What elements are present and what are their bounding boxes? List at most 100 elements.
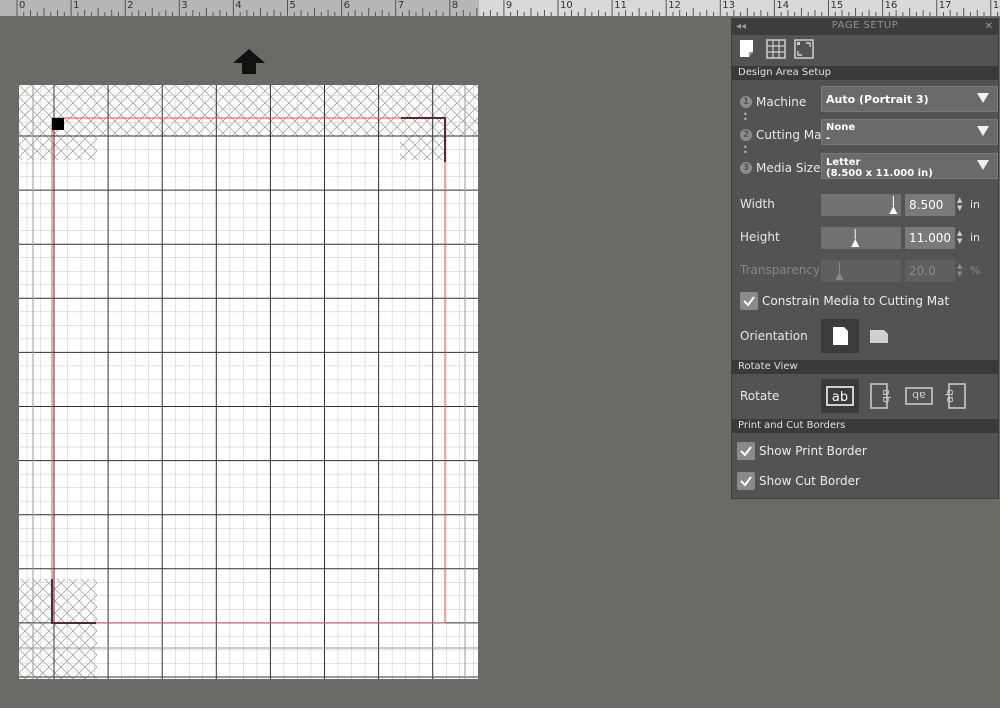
show-cut-border-label: Show Cut Border bbox=[759, 474, 860, 488]
cutting-mat-dropdown[interactable]: None - bbox=[821, 119, 998, 145]
ruler-number: 4 bbox=[235, 0, 242, 11]
ruler-number: 17 bbox=[938, 0, 952, 11]
slider-thumb[interactable] bbox=[821, 260, 901, 282]
ruler-number: 16 bbox=[884, 0, 898, 11]
slider-thumb[interactable] bbox=[821, 227, 901, 249]
height-slider[interactable] bbox=[821, 227, 901, 249]
width-input[interactable]: 8.500 bbox=[905, 194, 955, 216]
constrain-label: Constrain Media to Cutting Mat bbox=[762, 294, 950, 308]
orientation-label: Orientation bbox=[740, 329, 808, 343]
cutting-mat-grid bbox=[19, 85, 478, 679]
ruler-number: 0 bbox=[19, 0, 26, 11]
transparency-unit: % bbox=[970, 264, 981, 277]
ruler-number: 6 bbox=[343, 0, 350, 11]
orientation-portrait-button[interactable] bbox=[821, 319, 859, 353]
rotate-270-icon: ab bbox=[943, 383, 966, 409]
ruler-number: 11 bbox=[614, 0, 627, 11]
machine-value: Auto (Portrait 3) bbox=[826, 93, 929, 106]
orientation-landscape-button[interactable] bbox=[862, 319, 900, 353]
hatch-zone-top-left bbox=[19, 136, 97, 160]
machine-label: Machine bbox=[756, 95, 807, 109]
show-print-border-label: Show Print Border bbox=[759, 444, 867, 458]
tab-grid[interactable] bbox=[766, 39, 786, 59]
rotate-0-button[interactable]: ab bbox=[821, 379, 859, 413]
height-unit: in bbox=[970, 231, 981, 244]
ruler-number: 8 bbox=[451, 0, 459, 11]
rotate-label: Rotate bbox=[740, 389, 780, 403]
cut-border bbox=[51, 117, 446, 624]
media-size-dropdown[interactable]: Letter (8.500 x 11.000 in) bbox=[821, 153, 998, 179]
checkmark-icon bbox=[740, 476, 752, 487]
width-unit: in bbox=[970, 198, 981, 211]
print-cut-borders-header: Print and Cut Borders bbox=[732, 419, 998, 433]
step-connector-1: • • bbox=[743, 110, 748, 124]
tab-page-setup[interactable] bbox=[738, 39, 758, 59]
width-label: Width bbox=[740, 197, 775, 211]
rotate-270-text: ab bbox=[943, 389, 956, 403]
registration-icon bbox=[794, 39, 814, 59]
ruler-number: 10 bbox=[560, 0, 573, 11]
ruler-number: 13 bbox=[722, 0, 736, 11]
tab-registration[interactable] bbox=[794, 39, 814, 59]
step-connector-2: • • bbox=[743, 143, 748, 157]
rotate-270-button[interactable]: ab bbox=[938, 379, 976, 413]
transparency-stepper[interactable]: ▲ ▼ bbox=[957, 262, 962, 278]
hatch-zone-top bbox=[19, 85, 478, 136]
machine-step-badge: 1 bbox=[740, 96, 752, 108]
ruler-number: 12 bbox=[668, 0, 681, 11]
grid-icon bbox=[766, 39, 786, 59]
ruler-number: 18 bbox=[992, 0, 1000, 11]
show-cut-border-checkbox[interactable] bbox=[737, 472, 755, 490]
panel-tabs bbox=[732, 35, 998, 65]
transparency-slider[interactable] bbox=[821, 260, 901, 282]
rotate-180-button[interactable]: ab bbox=[900, 379, 938, 413]
landscape-page-icon bbox=[870, 330, 888, 343]
chevron-down-icon bbox=[977, 93, 989, 103]
chevron-down-icon bbox=[977, 126, 989, 136]
ruler-number: 5 bbox=[289, 0, 296, 11]
panel-titlebar[interactable]: ◂◂ PAGE SETUP ✕ bbox=[732, 19, 998, 35]
constrain-checkbox[interactable] bbox=[740, 292, 758, 310]
checkmark-icon bbox=[740, 446, 752, 457]
cutting-mat-label: Cutting Mat bbox=[756, 128, 827, 142]
ruler-number: 9 bbox=[505, 0, 513, 11]
rotate-0-icon: ab bbox=[826, 386, 854, 406]
rotate-view-header: Rotate View bbox=[732, 360, 998, 374]
design-area[interactable] bbox=[19, 85, 478, 679]
cutting-mat-step-badge: 2 bbox=[740, 129, 752, 141]
height-input[interactable]: 11.000 bbox=[905, 227, 955, 249]
chevron-down-icon bbox=[977, 160, 989, 170]
rotate-90-button[interactable]: ab bbox=[860, 379, 898, 413]
slider-thumb[interactable] bbox=[821, 194, 901, 216]
ruler-number: 3 bbox=[181, 0, 188, 11]
horizontal-ruler[interactable]: 0123456789101112131415161718 bbox=[0, 0, 1000, 16]
rotate-180-text: ab bbox=[912, 389, 926, 402]
show-print-border-checkbox[interactable] bbox=[737, 442, 755, 460]
design-area-setup-header: Design Area Setup bbox=[732, 66, 998, 80]
transparency-input[interactable]: 20.0 bbox=[905, 260, 955, 282]
cutting-mat-value: None bbox=[826, 122, 856, 133]
height-stepper[interactable]: ▲ ▼ bbox=[957, 229, 962, 245]
transparency-label: Transparency bbox=[740, 263, 821, 277]
feed-direction-arrow-icon bbox=[233, 49, 265, 74]
height-label: Height bbox=[740, 230, 780, 244]
rotate-90-text: ab bbox=[880, 389, 893, 403]
rotate-90-icon: ab bbox=[870, 383, 893, 409]
checkmark-icon bbox=[743, 296, 755, 307]
hatch-zone-bottom-left bbox=[19, 579, 97, 679]
media-size-step-badge: 3 bbox=[740, 162, 752, 174]
ruler-number: 7 bbox=[397, 0, 405, 11]
media-size-subvalue: (8.500 x 11.000 in) bbox=[826, 168, 933, 179]
portrait-page-icon bbox=[833, 327, 848, 345]
ruler-number: 1 bbox=[73, 0, 80, 11]
ruler-number: 14 bbox=[776, 0, 790, 11]
hatch-zone-top-right bbox=[400, 136, 447, 160]
ruler-ticks bbox=[16, 0, 999, 16]
machine-dropdown[interactable]: Auto (Portrait 3) bbox=[821, 86, 998, 112]
width-stepper[interactable]: ▲ ▼ bbox=[957, 196, 962, 212]
width-slider[interactable] bbox=[821, 194, 901, 216]
close-icon[interactable]: ✕ bbox=[985, 21, 993, 33]
ruler-number: 2 bbox=[127, 0, 134, 11]
page-setup-icon bbox=[740, 40, 753, 57]
page-setup-panel: ◂◂ PAGE SETUP ✕ Design Area Setup 1 Mach… bbox=[731, 18, 999, 499]
